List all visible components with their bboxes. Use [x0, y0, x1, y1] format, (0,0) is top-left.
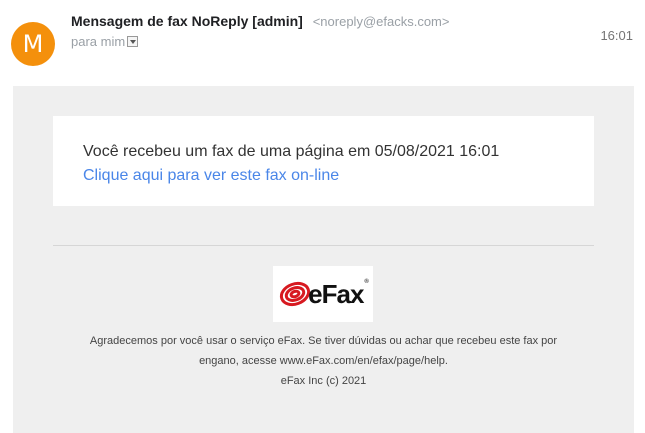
footer-copyright: eFax Inc (c) 2021 [280, 375, 367, 387]
fax-message-box: Você recebeu um fax de uma página em 05/… [53, 116, 594, 206]
footer-text: Agradecemos por você usar o serviço eFax… [53, 331, 594, 391]
fax-notice-text: Você recebeu um fax de uma página em 05/… [83, 143, 500, 160]
footer-line-2: engano, acesse www.eFax.com/en/efax/page… [199, 355, 448, 367]
sender-name[interactable]: Mensagem de fax NoReply [admin] [71, 13, 303, 29]
email-body-panel: Você recebeu um fax de uma página em 05/… [13, 86, 634, 433]
footer-line-1: Agradecemos por você usar o serviço eFax… [89, 335, 558, 347]
email-timestamp: 16:01 [600, 28, 633, 43]
efax-logo: eFax® [273, 266, 373, 322]
email-header: M Mensagem de fax NoReply [admin] <norep… [0, 0, 645, 80]
view-fax-online-link[interactable]: Clique aqui para ver este fax on-line [83, 164, 564, 188]
efax-swirl-icon [280, 281, 311, 307]
sender-line: Mensagem de fax NoReply [admin] <noreply… [71, 13, 449, 29]
recipient-line: para mim [71, 34, 139, 49]
show-details-dropdown-icon[interactable] [127, 36, 139, 47]
sender-email[interactable]: <noreply@efacks.com> [313, 14, 450, 29]
divider [53, 245, 594, 246]
efax-logo-text: eFax® [308, 278, 369, 309]
sender-avatar[interactable]: M [11, 22, 55, 66]
recipient-label: para mim [71, 34, 126, 49]
